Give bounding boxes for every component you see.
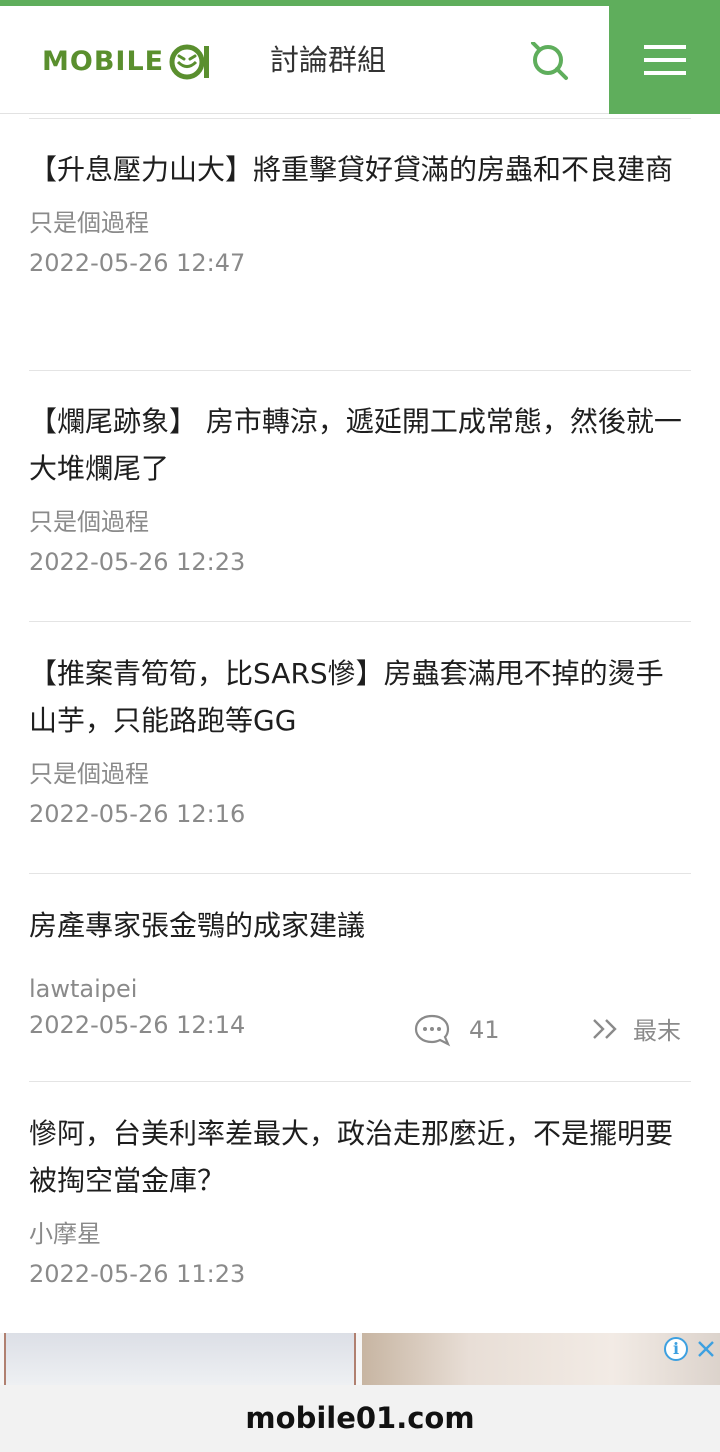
search-button[interactable] [526,38,574,86]
list-divider [29,621,691,622]
last-link-label: 最末 [633,1017,681,1045]
thread-author[interactable]: 只是個過程 [29,207,691,239]
list-divider [29,873,691,874]
jump-to-last-link[interactable]: 最末 [591,1011,681,1046]
close-icon[interactable] [694,1337,718,1361]
thread-author[interactable]: 小摩星 [29,1218,691,1250]
search-icon [531,42,568,80]
logo-01-mark-icon [169,44,210,80]
thread-author[interactable]: lawtaipei [29,973,691,1005]
thread-date: 2022-05-26 11:23 [29,1260,246,1288]
thread-title[interactable]: 慘阿，台美利率差最大，政治走那麼近，不是擺明要被掏空當金庫？ [29,1110,691,1204]
thread-author[interactable]: 只是個過程 [29,506,691,538]
thread-date: 2022-05-26 12:16 [29,800,246,828]
thread-item[interactable]: 【爛尾跡象】 房市轉涼，遞延開工成常態，然後就一大堆爛尾了 只是個過程 2022… [29,398,691,578]
ad-image-left[interactable] [4,1333,356,1385]
address-domain[interactable]: mobile01.com [245,1401,474,1435]
hamburger-menu-icon [643,45,686,75]
thread-author[interactable]: 只是個過程 [29,758,691,790]
thread-title[interactable]: 【推案青筍筍，比SARS慘】房蟲套滿甩不掉的燙手山芋，只能路跑等GG [29,650,691,744]
logo-text: MOBILE [42,45,165,77]
thread-item[interactable]: 慘阿，台美利率差最大，政治走那麼近，不是擺明要被掏空當金庫？ 小摩星 2022-… [29,1110,691,1290]
thread-date: 2022-05-26 12:23 [29,548,246,576]
mobile01-logo[interactable]: MOBILE [42,38,212,84]
thread-item[interactable]: 【推案青筍筍，比SARS慘】房蟲套滿甩不掉的燙手山芋，只能路跑等GG 只是個過程… [29,650,691,830]
thread-title[interactable]: 【爛尾跡象】 房市轉涼，遞延開工成常態，然後就一大堆爛尾了 [29,398,691,492]
thread-title[interactable]: 【升息壓力山大】將重擊貸好貸滿的房蟲和不良建商 [29,146,691,193]
thread-item[interactable]: 房產專家張金鶚的成家建議 lawtaipei 2022-05-26 12:14 … [29,902,691,1049]
thread-meta-row: 2022-05-26 12:14 41 最末 [29,1009,691,1049]
double-chevron-right-icon [593,1018,617,1039]
list-divider [29,370,691,371]
reply-count[interactable]: 41 [413,1013,500,1047]
thread-title[interactable]: 房產專家張金鶚的成家建議 [29,902,691,949]
section-title: 討論群組 [270,43,387,77]
info-icon[interactable]: i [664,1337,688,1361]
thread-item[interactable]: 【升息壓力山大】將重擊貸好貸滿的房蟲和不良建商 只是個過程 2022-05-26… [29,146,691,279]
list-divider [29,118,691,119]
reply-count-value: 41 [469,1016,500,1044]
menu-button[interactable] [609,6,720,114]
thread-date: 2022-05-26 12:47 [29,249,246,277]
list-divider [29,1081,691,1082]
comment-bubble-icon [414,1014,451,1047]
ad-banner[interactable]: i [0,1333,720,1385]
browser-address-bar[interactable]: mobile01.com [0,1385,720,1452]
